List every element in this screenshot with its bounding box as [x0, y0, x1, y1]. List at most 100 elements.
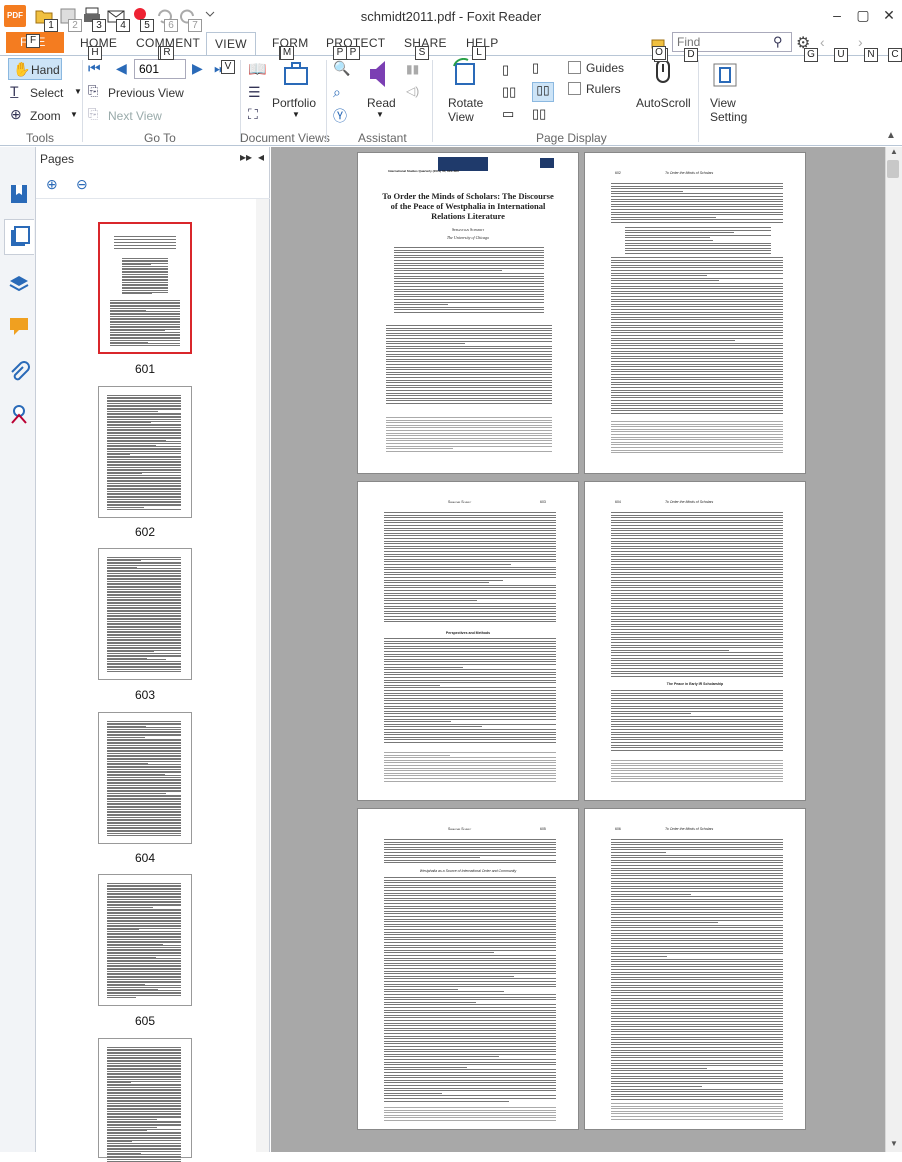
scroll-up-icon[interactable]: ▲: [890, 147, 898, 156]
text-line: [611, 1055, 783, 1056]
expand-panel-icon[interactable]: ▸▸: [240, 150, 252, 164]
next-page-button[interactable]: ▶: [192, 60, 203, 77]
scroll-down-icon[interactable]: ▼: [890, 1139, 898, 1148]
reading-mode-icon[interactable]: 📖: [248, 60, 267, 78]
audio-control-icon[interactable]: ▮▮: [406, 62, 419, 76]
text-line: [611, 995, 783, 996]
page-thumbnail[interactable]: [98, 874, 192, 1006]
text-line: [394, 281, 544, 282]
magnifier-icon[interactable]: 🔍: [333, 60, 350, 77]
text-line: [611, 956, 667, 957]
pages-nav-icon[interactable]: [4, 219, 34, 255]
select-tool-button[interactable]: T̲ Select ▼: [10, 83, 80, 103]
portfolio-button[interactable]: Portfolio ▼: [272, 58, 320, 120]
minimize-button[interactable]: –: [826, 6, 848, 24]
text-line: [611, 439, 783, 440]
scrollbar-thumb[interactable]: [887, 160, 899, 178]
text-line: [384, 716, 556, 717]
cover-page-icon[interactable]: ▯: [532, 60, 539, 76]
text-line: [384, 1095, 556, 1096]
bookmarks-icon[interactable]: [8, 183, 30, 205]
collapse-ribbon-icon[interactable]: ▲: [886, 130, 896, 141]
page-number-input[interactable]: [134, 59, 186, 79]
text-line: [384, 672, 556, 673]
forward-nav-icon[interactable]: ›: [858, 34, 863, 50]
text-line: [384, 669, 556, 670]
tab-view[interactable]: VIEW: [206, 32, 256, 56]
continuous-icon[interactable]: ▯▯: [502, 84, 516, 100]
thumbnails-scrollbar[interactable]: [256, 199, 269, 1152]
text-line: [384, 593, 556, 594]
full-screen-icon[interactable]: ⛶: [248, 106, 258, 123]
page-thumbnail[interactable]: [98, 712, 192, 844]
text-line: [611, 990, 783, 991]
guides-checkbox[interactable]: [568, 61, 581, 74]
two-page-continuous-icon[interactable]: ▯▯: [532, 82, 554, 102]
rulers-checkbox[interactable]: [568, 82, 581, 95]
facing-icon[interactable]: ▭: [502, 106, 514, 122]
text-line: [384, 950, 556, 951]
pdf-page[interactable]: 606 To Order the Minds of Scholars: [585, 809, 805, 1129]
view-setting-button[interactable]: View Setting: [704, 58, 748, 124]
previous-view-button[interactable]: ⎘ Previous View: [88, 83, 228, 103]
first-page-button[interactable]: ⏮: [88, 60, 101, 77]
separate-cover-icon[interactable]: ▯▯: [532, 106, 546, 122]
text-line: [386, 341, 552, 342]
back-nav-icon[interactable]: ‹: [820, 34, 825, 50]
zoom-tool-button[interactable]: ⊕ Zoom ▼: [10, 106, 80, 126]
volume-icon[interactable]: ◁): [406, 84, 419, 98]
text-line: [611, 1094, 783, 1095]
attachments-icon[interactable]: [8, 361, 30, 383]
rotate-view-button[interactable]: Rotate View: [444, 58, 488, 120]
pdf-page[interactable]: Sebastian Schmidt 605 Westphalia as a So…: [358, 809, 578, 1129]
pdf-page[interactable]: 602 To Order the Minds of Scholars: [585, 153, 805, 473]
vertical-scrollbar[interactable]: ▲ ▼: [885, 147, 902, 1152]
text-line: [611, 335, 783, 336]
text-line: [611, 719, 783, 720]
text-line: [611, 974, 783, 975]
autoscroll-button[interactable]: AutoScroll: [636, 58, 690, 120]
comments-icon[interactable]: [8, 315, 30, 337]
read-button[interactable]: Read ▼: [364, 58, 400, 120]
marquee-icon[interactable]: Ⓨ: [333, 106, 347, 126]
text-line: [611, 257, 783, 258]
text-line: [384, 1015, 556, 1016]
page-thumbnail[interactable]: [98, 222, 192, 354]
text-line: [611, 1116, 783, 1117]
text-line: [611, 548, 783, 549]
text-line: [384, 952, 494, 953]
pdf-page[interactable]: Sebastian Schmidt 603 Perspectives and M…: [358, 482, 578, 800]
text-line: [394, 260, 544, 261]
text-line: [384, 561, 556, 562]
signatures-icon[interactable]: [8, 403, 30, 425]
page-thumbnail[interactable]: [98, 548, 192, 680]
text-line: [611, 356, 783, 357]
reduce-thumbnails-icon[interactable]: ⊖: [76, 176, 88, 193]
pdf-page[interactable]: 604 To Order the Minds of Scholars The P…: [585, 482, 805, 800]
collapse-panel-icon[interactable]: ◂: [258, 150, 264, 164]
loupe-icon[interactable]: ⌕: [333, 84, 341, 101]
text-line: [384, 839, 556, 840]
text-line: [384, 900, 556, 901]
hand-tool-button[interactable]: ✋ Hand: [8, 58, 62, 80]
single-page-icon[interactable]: ▯: [502, 62, 509, 78]
text-line: [384, 569, 556, 570]
text-line: [611, 1039, 783, 1040]
text-line: [384, 515, 556, 516]
pdf-page[interactable]: International Studies Quarterly (2011) 5…: [358, 153, 578, 473]
page-thumbnail[interactable]: [98, 1038, 192, 1158]
text-line: [384, 1056, 499, 1057]
text-line: [611, 663, 783, 664]
enlarge-thumbnails-icon[interactable]: ⊕: [46, 176, 58, 193]
text-line: [384, 646, 556, 647]
layers-icon[interactable]: [8, 273, 30, 295]
close-button[interactable]: ✕: [878, 6, 900, 24]
search-icon[interactable]: ⚲: [773, 34, 783, 50]
text-line: [384, 768, 556, 769]
maximize-button[interactable]: ▢: [852, 6, 874, 24]
text-line: [611, 742, 783, 743]
text-viewer-icon[interactable]: ☰: [248, 84, 261, 101]
text-line: [611, 384, 783, 385]
previous-page-button[interactable]: ◀: [116, 60, 127, 77]
page-thumbnail[interactable]: [98, 386, 192, 518]
